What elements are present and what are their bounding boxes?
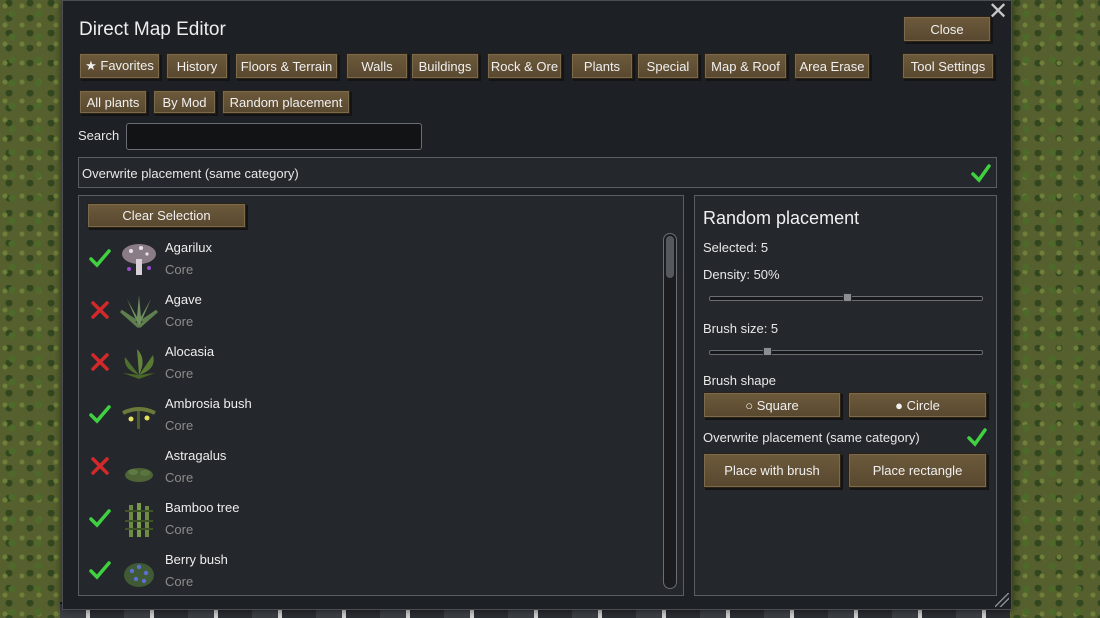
density-slider[interactable] (709, 293, 983, 302)
tab-rock-ore[interactable]: Rock & Ore (487, 53, 562, 79)
checkmark-icon[interactable] (967, 427, 987, 447)
checkmark-icon[interactable] (971, 163, 991, 183)
selected-count: Selected: 5 (703, 240, 769, 255)
brush-size-slider[interactable] (709, 347, 983, 356)
plant-name: Berry bush (165, 552, 228, 567)
shrub-icon (125, 468, 153, 482)
tab-map-roof[interactable]: Map & Roof (704, 53, 787, 79)
window-title: Direct Map Editor (79, 19, 226, 40)
random-placement-panel: Random placement Selected: 5 Density: 50… (694, 195, 997, 596)
checkmark-icon[interactable] (89, 403, 111, 425)
brush-shape-label: Brush shape (703, 373, 776, 388)
overwrite-toggle-row[interactable]: Overwrite placement (same category) (78, 157, 997, 188)
subtab-all-plants[interactable]: All plants (79, 90, 147, 114)
checkmark-icon[interactable] (89, 247, 111, 269)
plant-name: Alocasia (165, 344, 215, 359)
tab-history[interactable]: History (166, 53, 228, 79)
tool-settings-button[interactable]: Tool Settings (902, 53, 994, 79)
list-item[interactable]: Agave Core (79, 287, 659, 339)
plant-name: Agarilux (165, 240, 212, 255)
checkmark-icon[interactable] (89, 559, 111, 581)
plant-mod: Core (165, 470, 194, 485)
plant-mod: Core (165, 366, 194, 381)
clear-selection-button[interactable]: Clear Selection (87, 203, 246, 228)
list-item[interactable]: Astragalus Core (79, 443, 659, 495)
mushroom-icon (122, 244, 156, 275)
overwrite-label: Overwrite placement (same category) (703, 430, 920, 445)
circle-shape-button[interactable]: ● Circle (848, 392, 987, 418)
search-input[interactable] (126, 123, 422, 150)
tab-favorites[interactable]: ★ Favorites (79, 53, 160, 79)
search-label: Search (78, 128, 120, 143)
tab-area-erase[interactable]: Area Erase (794, 53, 870, 79)
panel-title: Random placement (703, 208, 860, 228)
plant-list-panel: Clear Selection Agarilux Core Agave Core (78, 195, 684, 596)
brush-size-label: Brush size: 5 (703, 321, 779, 336)
plant-name: Astragalus (165, 448, 227, 463)
list-item[interactable]: Agarilux Core (79, 235, 659, 287)
plant-mod: Core (165, 262, 194, 277)
list-item[interactable]: Bamboo tree Core (79, 495, 659, 547)
brush-size-slider-knob[interactable] (763, 347, 772, 356)
bush-icon (122, 407, 156, 429)
plant-mod: Core (165, 574, 194, 589)
plant-name: Bamboo tree (165, 500, 240, 515)
tab-special[interactable]: Special (637, 53, 699, 79)
berry-bush-icon (124, 563, 154, 587)
cross-icon[interactable] (89, 299, 111, 321)
density-slider-knob[interactable] (842, 293, 852, 302)
list-item[interactable]: Ambrosia bush Core (79, 391, 659, 443)
subtab-by-mod[interactable]: By Mod (153, 90, 216, 114)
scrollbar-thumb[interactable] (666, 236, 674, 278)
plant-name: Agave (165, 292, 202, 307)
tab-buildings[interactable]: Buildings (411, 53, 479, 79)
plant-name: Ambrosia bush (165, 396, 252, 411)
place-rectangle-button[interactable]: Place rectangle (848, 453, 987, 488)
plant-mod: Core (165, 418, 194, 433)
checkmark-icon[interactable] (89, 507, 111, 529)
close-button[interactable]: Close (903, 16, 991, 42)
resize-grip-icon[interactable] (995, 593, 1009, 607)
list-scrollbar[interactable] (663, 233, 677, 589)
square-shape-button[interactable]: ○ Square (703, 392, 841, 418)
cross-icon[interactable] (89, 455, 111, 477)
tab-floors-terrain[interactable]: Floors & Terrain (235, 53, 338, 79)
plant-mod: Core (165, 522, 194, 537)
leaf-plant-icon (123, 349, 155, 379)
subtab-random-placement[interactable]: Random placement (222, 90, 350, 114)
plant-mod: Core (165, 314, 194, 329)
bamboo-icon (125, 503, 153, 537)
overwrite-label: Overwrite placement (same category) (82, 166, 299, 181)
tab-plants[interactable]: Plants (571, 53, 633, 79)
tab-walls[interactable]: Walls (346, 53, 408, 79)
cross-icon[interactable] (89, 351, 111, 373)
list-item[interactable]: Berry bush Core (79, 547, 659, 595)
density-label: Density: 50% (703, 267, 780, 282)
agave-icon (120, 295, 158, 329)
map-editor-window: Direct Map Editor Close ✕ ★ Favorites Hi… (62, 0, 1012, 610)
close-icon[interactable]: ✕ (987, 0, 1009, 24)
list-item[interactable]: Alocasia Core (79, 339, 659, 391)
place-with-brush-button[interactable]: Place with brush (703, 453, 841, 488)
